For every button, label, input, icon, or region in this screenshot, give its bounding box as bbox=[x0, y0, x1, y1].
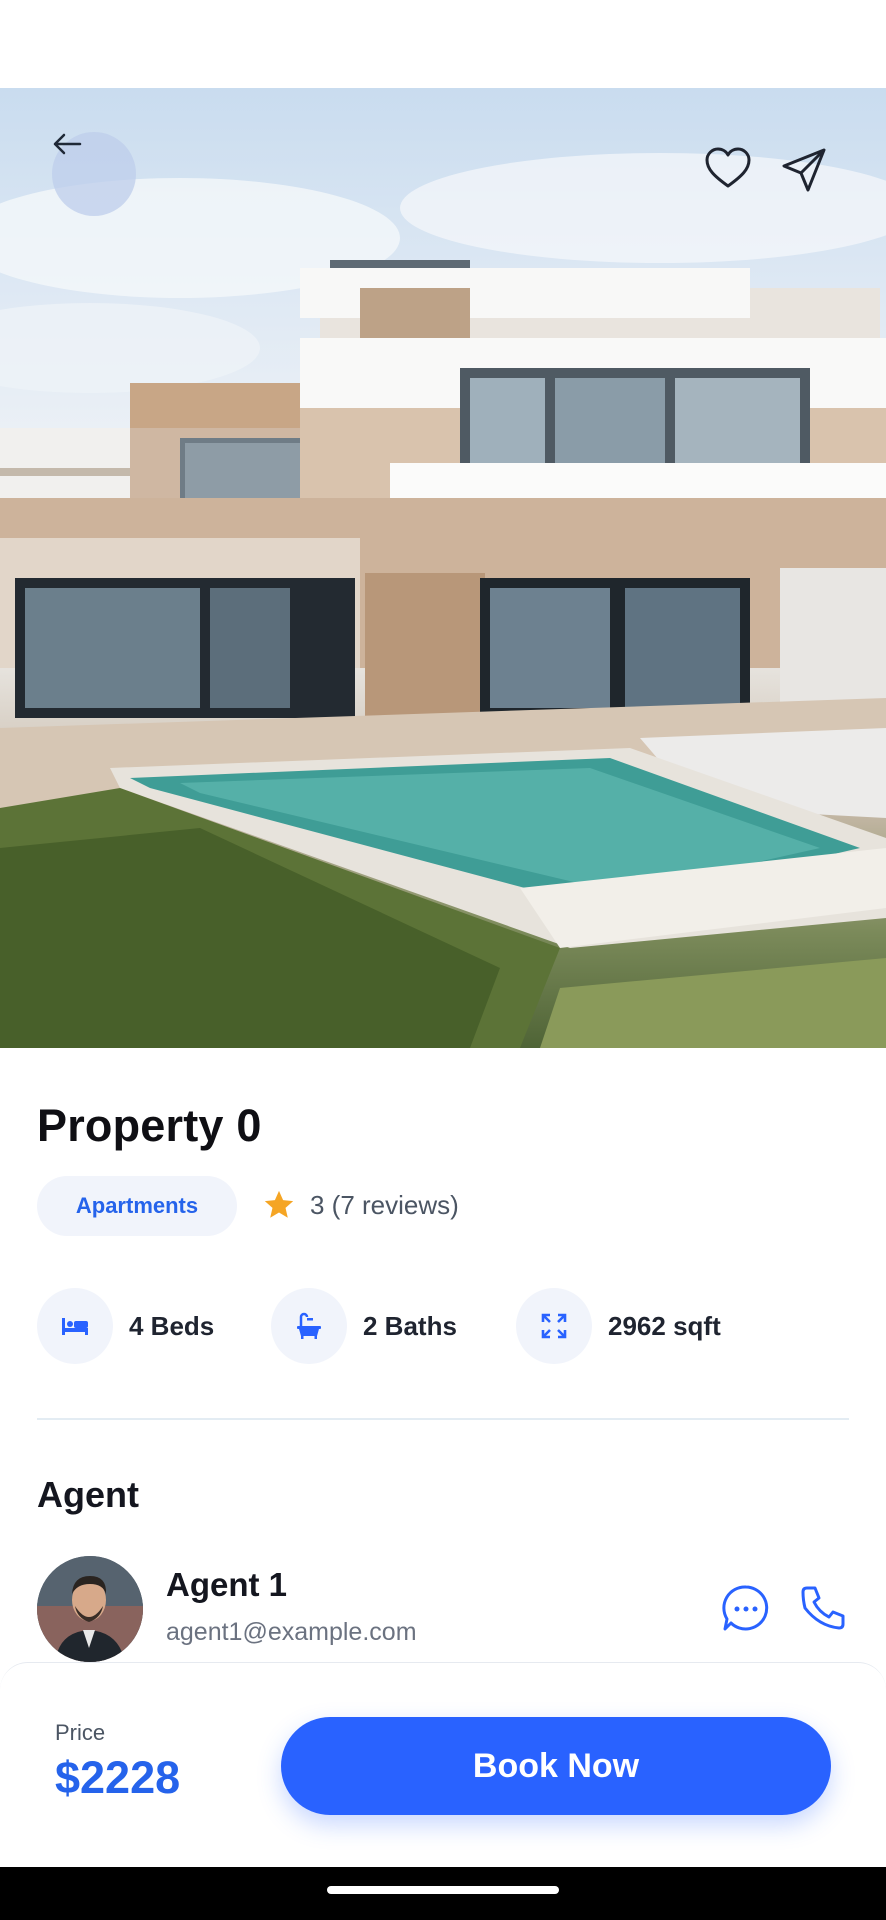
feature-beds: 4 Beds bbox=[37, 1288, 214, 1364]
category-badge: Apartments bbox=[37, 1176, 237, 1236]
share-button[interactable] bbox=[780, 146, 836, 202]
rating: 3 (7 reviews) bbox=[262, 1188, 459, 1222]
property-title: Property 0 bbox=[37, 1100, 262, 1151]
favorite-button[interactable] bbox=[704, 146, 760, 202]
chat-bubble-icon bbox=[722, 1585, 769, 1631]
agent-email: agent1@example.com bbox=[166, 1618, 417, 1646]
message-agent-button[interactable] bbox=[718, 1580, 774, 1636]
home-indicator[interactable] bbox=[327, 1886, 559, 1894]
price-value: $2228 bbox=[55, 1752, 181, 1803]
book-now-button[interactable]: Book Now bbox=[281, 1717, 831, 1815]
area-expand-icon bbox=[516, 1288, 592, 1364]
feature-baths: 2 Baths bbox=[271, 1288, 457, 1364]
house-illustration bbox=[0, 153, 886, 1048]
property-detail-screen: Property 0 Apartments 3 (7 reviews) 4 Be… bbox=[0, 0, 886, 1920]
area-label: 2962 sqft bbox=[608, 1310, 721, 1341]
feature-area: 2962 sqft bbox=[516, 1288, 721, 1364]
star-icon bbox=[264, 1190, 294, 1218]
agent-avatar bbox=[37, 1556, 143, 1662]
arrow-left-icon bbox=[53, 133, 82, 155]
rating-text: 3 (7 reviews) bbox=[310, 1189, 459, 1220]
baths-label: 2 Baths bbox=[363, 1310, 457, 1341]
call-agent-button[interactable] bbox=[795, 1580, 851, 1636]
agent-section-title: Agent bbox=[37, 1474, 139, 1515]
phone-icon bbox=[801, 1586, 845, 1630]
bathtub-icon bbox=[271, 1288, 347, 1364]
back-button[interactable] bbox=[52, 132, 136, 216]
bed-icon bbox=[37, 1288, 113, 1364]
property-hero-image bbox=[0, 88, 886, 1048]
heart-icon bbox=[705, 147, 751, 188]
beds-label: 4 Beds bbox=[129, 1310, 215, 1341]
price-label: Price bbox=[55, 1720, 106, 1745]
section-divider bbox=[37, 1418, 849, 1420]
agent-name: Agent 1 bbox=[166, 1566, 288, 1603]
send-icon bbox=[782, 148, 826, 192]
